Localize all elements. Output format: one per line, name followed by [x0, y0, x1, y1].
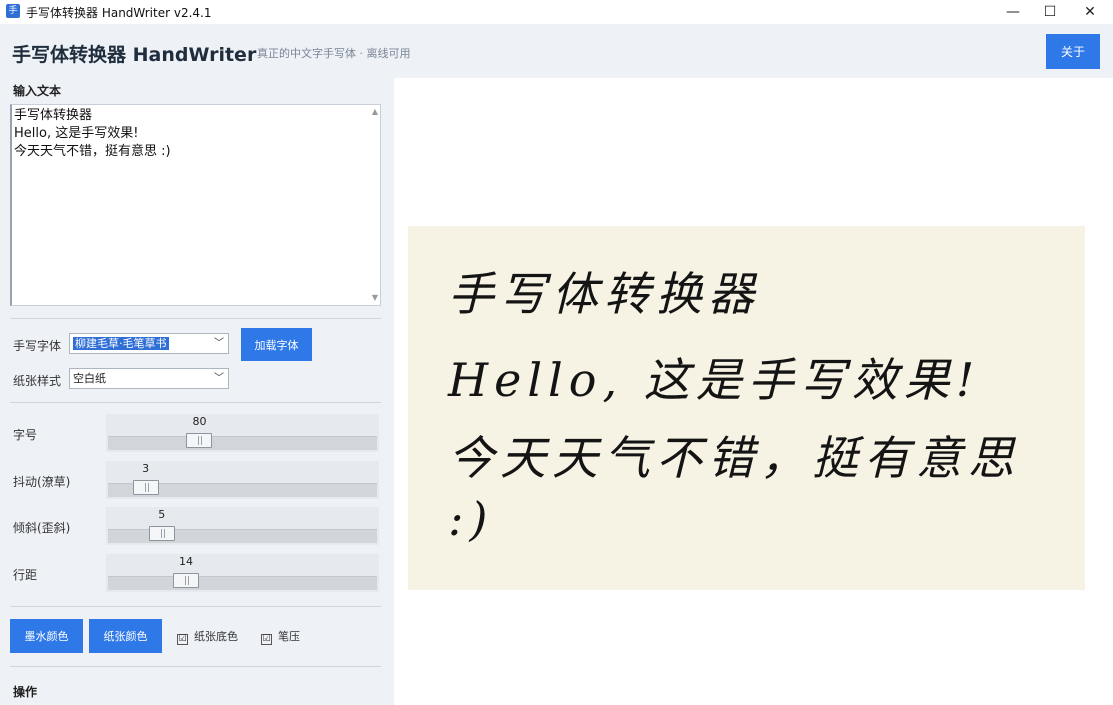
jitter-value: 3 — [142, 462, 150, 475]
preview-area: 手写体转换器 Hello, 这是手写效果! 今天天气不错，挺有意思 :) — [394, 78, 1113, 705]
line-spacing-value: 14 — [179, 555, 193, 568]
slant-value: 5 — [158, 508, 166, 521]
paper-color-button[interactable]: 纸张颜色 — [89, 619, 162, 653]
ink-color-button[interactable]: 墨水颜色 — [10, 619, 83, 653]
paper-bg-label: 纸张底色 — [194, 630, 238, 643]
font-size-value: 80 — [192, 415, 207, 428]
slider-track[interactable] — [108, 436, 377, 450]
actions-section-label: 操作 — [13, 685, 38, 699]
scroll-up-icon[interactable]: ▲ — [369, 106, 381, 118]
font-size-slider[interactable]: 80 — [106, 414, 379, 452]
slant-slider[interactable]: 5 — [106, 507, 379, 545]
load-font-button[interactable]: 加载字体 — [241, 328, 312, 361]
slant-label: 倾斜(歪斜) — [13, 521, 71, 535]
font-select[interactable]: 柳建毛草·毛笔草书 ﹀ — [69, 333, 229, 354]
line-spacing-slider[interactable]: 14 — [106, 554, 379, 592]
font-select-value: 柳建毛草·毛笔草书 — [73, 337, 169, 350]
text-input[interactable]: 手写体转换器 Hello, 这是手写效果! 今天天气不错，挺有意思 :) — [10, 104, 381, 306]
window-title: 手写体转换器 HandWriter v2.4.1 — [26, 6, 212, 20]
paper-style-select[interactable]: 空白纸 ﹀ — [69, 368, 229, 389]
paper-style-label: 纸张样式 — [13, 374, 62, 388]
checkbox-checked-icon[interactable]: ☑ — [177, 634, 188, 645]
slider-track[interactable] — [108, 576, 377, 590]
checkbox-checked-icon[interactable]: ☑ — [261, 634, 272, 645]
app-tagline: 真正的中文字手写体 · 离线可用 — [257, 47, 411, 60]
settings-panel: 输入文本 手写体转换器 Hello, 这是手写效果! 今天天气不错，挺有意思 :… — [0, 78, 394, 705]
divider — [10, 402, 381, 403]
preview-line: :) — [448, 492, 494, 546]
app-heading: 手写体转换器 HandWriter — [12, 44, 257, 66]
preview-line: 今天天气不错，挺有意思 — [448, 431, 1020, 485]
font-label: 手写字体 — [13, 339, 62, 353]
chevron-down-icon: ﹀ — [214, 338, 224, 349]
about-button[interactable]: 关于 — [1046, 34, 1100, 69]
title-bar: 手 手写体转换器 HandWriter v2.4.1 — ☐ ✕ — [0, 0, 1113, 24]
pressure-checkbox[interactable]: ☑ 笔压 — [261, 628, 300, 645]
divider — [10, 318, 381, 319]
jitter-slider[interactable]: 3 — [106, 461, 379, 499]
handwriting-preview: 手写体转换器 Hello, 这是手写效果! 今天天气不错，挺有意思 :) — [408, 226, 1085, 590]
close-button[interactable]: ✕ — [1067, 0, 1113, 24]
scroll-down-icon[interactable]: ▼ — [369, 292, 381, 304]
font-size-label: 字号 — [13, 428, 38, 442]
app-header: 手写体转换器 HandWriter 真正的中文字手写体 · 离线可用 — [0, 24, 1113, 78]
slider-thumb[interactable] — [186, 433, 213, 448]
preview-line: Hello, 这是手写效果! — [448, 353, 981, 407]
slider-thumb[interactable] — [173, 573, 199, 588]
slider-thumb[interactable] — [148, 526, 175, 541]
app-icon: 手 — [6, 4, 20, 18]
line-spacing-label: 行距 — [13, 568, 38, 582]
pressure-label: 笔压 — [278, 630, 300, 643]
paper-style-value: 空白纸 — [73, 372, 106, 385]
input-section-label: 输入文本 — [13, 84, 62, 98]
jitter-label: 抖动(潦草) — [13, 475, 71, 489]
paper-bg-checkbox[interactable]: ☑ 纸张底色 — [177, 628, 238, 645]
divider — [10, 606, 381, 607]
preview-line: 手写体转换器 — [448, 267, 760, 321]
divider — [10, 666, 381, 667]
slider-thumb[interactable] — [132, 480, 159, 495]
chevron-down-icon: ﹀ — [214, 373, 224, 384]
